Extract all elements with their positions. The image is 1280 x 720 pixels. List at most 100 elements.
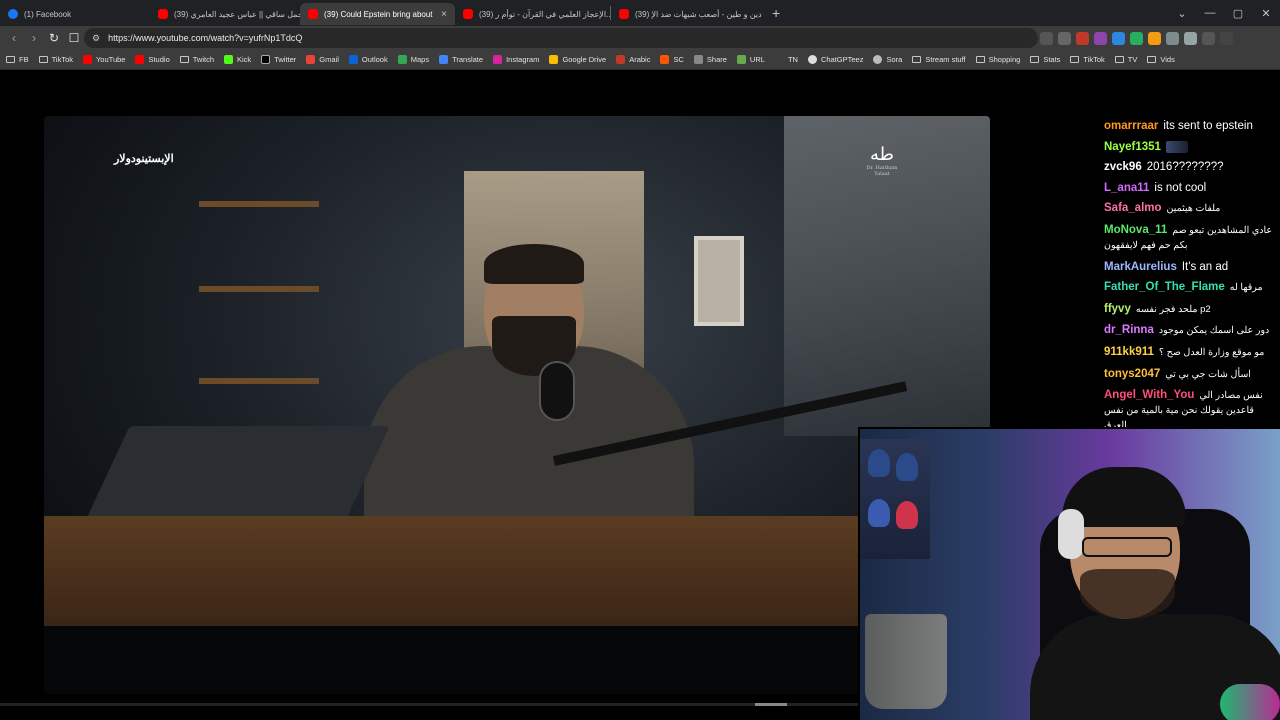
chat-message: ffyvy ملحد فجر نفسه p2	[1104, 302, 1276, 317]
chat-username[interactable]: dr_Rinna	[1104, 324, 1154, 336]
cast-icon[interactable]	[1040, 31, 1053, 45]
extension-icon[interactable]	[1166, 31, 1179, 45]
maps-icon	[397, 55, 407, 64]
forward-icon[interactable]: ›	[24, 31, 44, 45]
video-scene-shelf	[199, 201, 319, 207]
chat-message: 911kk911 مو موقع وزارة العدل صح ؟	[1104, 345, 1276, 360]
bookmark-item[interactable]: Twitch	[179, 55, 214, 64]
tab-youtube-3[interactable]: (39) الإعجاز العلمي في القرآن - توأم ر..…	[455, 3, 610, 25]
tab-search-icon[interactable]: ⌄	[1168, 7, 1196, 20]
close-tab-icon[interactable]: ×	[441, 9, 447, 20]
webcam-cap	[896, 453, 918, 481]
back-icon[interactable]: ‹	[4, 31, 24, 45]
bookmark-item[interactable]: Arabic	[616, 55, 650, 64]
chat-username[interactable]: tonys2047	[1104, 368, 1160, 380]
bookmark-item[interactable]: Vids	[1147, 55, 1175, 64]
facebook-icon	[8, 9, 18, 19]
bookmark-item[interactable]: Instagram	[493, 55, 539, 64]
bookmark-item[interactable]: Shopping	[975, 55, 1020, 64]
chat-username[interactable]: MoNova_11	[1104, 224, 1167, 236]
chat-message: Nayef1351	[1104, 140, 1276, 154]
webcam-cap	[868, 449, 890, 477]
bookmark-label: Stats	[1043, 55, 1061, 64]
tab-title: (39) الإعجاز العلمي في القرآن - توأم ر..…	[479, 9, 610, 19]
bookmarks-bar: FB TikTok YouTube Studio Twitch Kick Twi…	[0, 50, 1280, 70]
url-text[interactable]: https://www.youtube.com/watch?v=yufrNp1T…	[108, 33, 302, 43]
url-icon	[736, 55, 746, 64]
extension-icon[interactable]	[1094, 31, 1107, 45]
chat-username[interactable]: Nayef1351	[1104, 141, 1161, 153]
tab-youtube-active[interactable]: (39) Could Epstein bring about t ×	[300, 3, 455, 25]
chat-username[interactable]: ffyvy	[1104, 303, 1131, 315]
folder-icon	[975, 56, 985, 63]
extension-icon[interactable]	[1112, 31, 1125, 45]
tab-youtube-1[interactable]: (39) احمل ساقي || عباس عجيد العامري	[150, 3, 300, 25]
chat-username[interactable]: Father_Of_The_Flame	[1104, 281, 1225, 293]
folder-icon	[1070, 56, 1080, 63]
bookmark-label: YouTube	[95, 55, 126, 64]
chat-username[interactable]: 911kk911	[1104, 346, 1154, 358]
bookmark-item[interactable]: Outlook	[348, 55, 388, 64]
tab-youtube-4[interactable]: (39) دين و طين - أصعب شبهات ضد الإ	[611, 3, 766, 25]
tab-title: (39) احمل ساقي || عباس عجيد العامري	[174, 9, 300, 19]
address-bar[interactable]: ⚙ https://www.youtube.com/watch?v=yufrNp…	[84, 28, 1038, 48]
extension-icon[interactable]	[1076, 31, 1089, 45]
bookmark-item[interactable]: Stream stuff	[912, 55, 966, 64]
folder-icon	[38, 56, 48, 63]
bookmark-item[interactable]: YouTube	[82, 55, 126, 64]
bookmark-item[interactable]: URL	[736, 55, 765, 64]
extension-icon[interactable]	[1148, 31, 1161, 45]
bookmark-item[interactable]: Gmail	[306, 55, 339, 64]
bookmark-item[interactable]: Studio	[135, 55, 170, 64]
bookmark-item[interactable]: ChatGPTeez	[807, 55, 863, 64]
bookmark-item[interactable]: TN	[774, 55, 798, 64]
share-icon[interactable]	[1058, 31, 1071, 45]
progress-thumb[interactable]	[755, 703, 787, 706]
profile-icon[interactable]	[1220, 31, 1233, 45]
browser-toolbar: ‹ › ↻ ☐ ⚙ https://www.youtube.com/watch?…	[0, 26, 1280, 50]
chat-username[interactable]: zvck96	[1104, 161, 1142, 173]
bookmark-item[interactable]: Share	[693, 55, 727, 64]
bookmark-item[interactable]: Twitter	[261, 55, 296, 64]
video-scene-shelf	[199, 286, 319, 292]
bookmark-item[interactable]: Stats	[1030, 55, 1060, 64]
folder-icon	[912, 56, 922, 63]
chat-username[interactable]: MarkAurelius	[1104, 261, 1177, 273]
minimize-icon[interactable]: —	[1196, 7, 1224, 19]
bookmark-item[interactable]: Maps	[397, 55, 429, 64]
tab-title: (39) دين و طين - أصعب شبهات ضد الإ	[635, 9, 762, 19]
reload-icon[interactable]: ↻	[44, 31, 64, 45]
chat-username[interactable]: Angel_With_You	[1104, 389, 1194, 401]
close-window-icon[interactable]: ✕	[1252, 7, 1280, 20]
chat-text: is not cool	[1154, 181, 1207, 194]
chat-message: L_ana11 is not cool	[1104, 181, 1276, 195]
bookmark-item[interactable]: SC	[660, 55, 684, 64]
tab-facebook[interactable]: (1) Facebook	[0, 3, 150, 25]
video-host-hair	[484, 244, 584, 284]
bookmark-item[interactable]: Kick	[224, 55, 251, 64]
tab-strip: (1) Facebook (39) احمل ساقي || عباس عجيد…	[0, 0, 1280, 26]
new-tab-button[interactable]: +	[772, 5, 780, 21]
site-info-icon[interactable]: ⚙	[92, 33, 100, 44]
tab-title: (1) Facebook	[24, 9, 72, 19]
bookmark-icon[interactable]: ☐	[64, 31, 84, 45]
bookmark-item[interactable]: TikTok	[38, 55, 73, 64]
chat-text: ملفات هيثمين	[1166, 203, 1221, 215]
media-icon[interactable]	[1202, 31, 1215, 45]
chat-username[interactable]: Safa_almo	[1104, 202, 1162, 214]
extension-icon[interactable]	[1130, 31, 1143, 45]
maximize-icon[interactable]: ▢	[1224, 7, 1252, 20]
bookmark-item[interactable]: Sora	[873, 55, 902, 64]
bookmark-item[interactable]: Google Drive	[549, 55, 606, 64]
video-caption: الإبستينودولار	[114, 153, 174, 165]
chat-username[interactable]: L_ana11	[1104, 182, 1149, 194]
chat-text: دور على اسمك يمكن موجود	[1158, 325, 1270, 337]
chat-username[interactable]: omarrraar	[1104, 120, 1158, 132]
bookmark-item[interactable]: FB	[6, 55, 29, 64]
puzzle-icon[interactable]	[1184, 31, 1197, 45]
bookmark-item[interactable]: TV	[1114, 55, 1137, 64]
bookmark-item[interactable]: Translate	[439, 55, 483, 64]
share-icon	[693, 55, 703, 64]
bookmark-item[interactable]: TikTok	[1070, 55, 1105, 64]
video-player[interactable]: الإبستينودولار طه Dr. Haitham Talaat	[44, 116, 990, 694]
